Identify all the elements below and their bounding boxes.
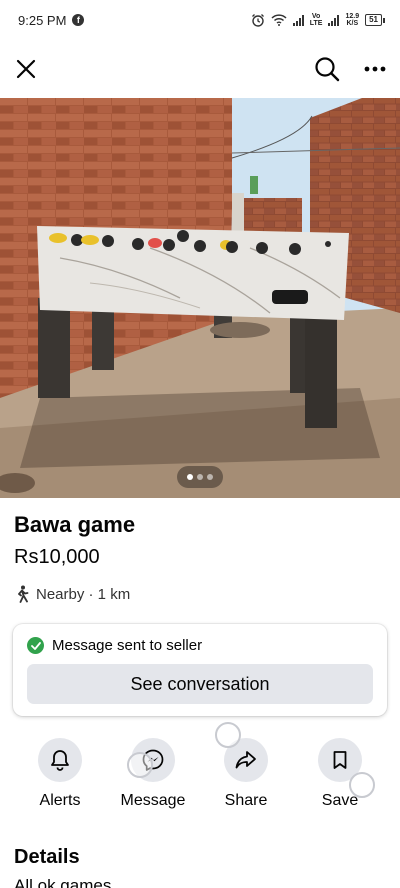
walking-icon [18, 585, 29, 603]
signal-icon-2 [328, 14, 340, 26]
more-icon [364, 66, 386, 72]
foosball-table-image [0, 98, 400, 498]
status-right: Vo LTE 12.9 K/S 51 [251, 13, 385, 27]
carousel-dot [207, 474, 213, 480]
carousel-indicator [177, 466, 223, 488]
alerts-button[interactable]: Alerts [15, 738, 105, 810]
listing-photo[interactable] [0, 98, 400, 498]
speed-value: 12.9 [345, 13, 360, 20]
network-speed: 12.9 K/S [345, 13, 359, 27]
touch-indicator [349, 772, 375, 798]
share-button[interactable]: Share [201, 738, 291, 810]
message-sent-card: Message sent to seller See conversation [13, 624, 387, 716]
more-button[interactable] [364, 66, 386, 72]
share-icon [235, 751, 256, 769]
network-label-top: Vo [311, 13, 321, 20]
search-icon [315, 57, 340, 82]
message-button[interactable]: Message [108, 738, 198, 810]
close-button[interactable] [14, 57, 38, 81]
see-conversation-button[interactable]: See conversation [27, 664, 373, 704]
speed-unit: K/S [346, 20, 359, 27]
bell-icon [51, 750, 69, 771]
nav-actions [314, 56, 386, 82]
details-description: All ok games [14, 876, 112, 888]
bookmark-icon [333, 751, 347, 769]
signal-icon [292, 14, 304, 26]
close-icon [16, 59, 36, 79]
listing-title: Bawa game [14, 512, 136, 537]
wifi-icon [271, 14, 287, 26]
location-text: Nearby · 1 km [36, 585, 131, 603]
save-button[interactable]: Save [295, 738, 385, 810]
battery-icon: 51 [365, 14, 385, 26]
network-label-bottom: LTE [309, 20, 323, 27]
touch-indicator [215, 722, 241, 748]
listing-price: Rs10,000 [14, 546, 100, 568]
top-nav [0, 44, 400, 94]
carousel-dot [197, 474, 203, 480]
alerts-circle [38, 738, 82, 782]
message-status-text: Message sent to seller [52, 637, 203, 654]
alerts-label: Alerts [39, 792, 81, 809]
location-row: Nearby · 1 km [14, 585, 130, 603]
carousel-dot [187, 474, 193, 480]
facebook-notification-icon: f [72, 14, 85, 26]
clock: 9:25 PM [18, 12, 67, 28]
alarm-icon [251, 14, 264, 27]
network-type: Vo LTE [310, 13, 323, 27]
status-left: 9:25 PM f [18, 12, 85, 28]
message-status: Message sent to seller [27, 637, 202, 654]
details-heading: Details [14, 846, 80, 868]
status-bar: 9:25 PM f Vo LTE 12.9 K/S 51 [0, 0, 400, 40]
check-circle-icon [27, 637, 44, 654]
message-label: Message [120, 792, 186, 809]
search-button[interactable] [314, 56, 340, 82]
share-label: Share [224, 792, 268, 809]
action-buttons: Alerts Message Share Save [0, 738, 400, 818]
touch-indicator [127, 752, 153, 778]
